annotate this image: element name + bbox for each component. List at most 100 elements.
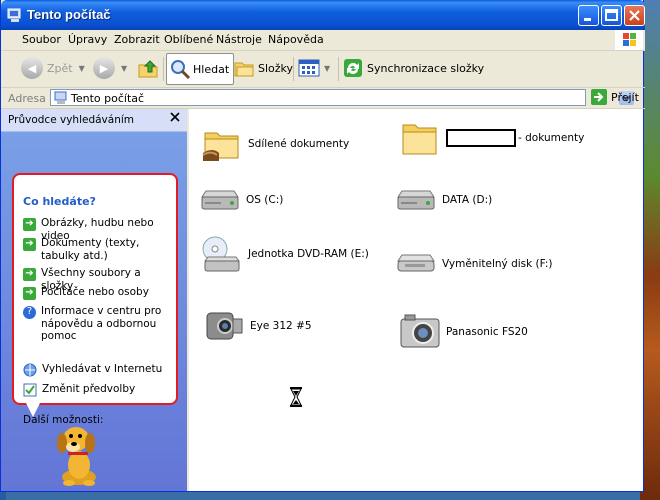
toolbar-separator <box>163 57 164 81</box>
dvd-drive[interactable]: Jednotka DVD-RAM (E:) <box>201 233 369 275</box>
window-title: Tento počítač <box>27 7 111 22</box>
maximize-icon <box>605 9 618 21</box>
sync-label: Synchronizace složky <box>367 61 485 75</box>
camera-eye312[interactable]: Eye 312 #5 <box>203 305 312 347</box>
address-label: Adresa <box>8 92 46 105</box>
drive-d[interactable]: DATA (D:) <box>395 179 492 221</box>
item-label: Panasonic FS20 <box>446 326 528 338</box>
option-help-center[interactable]: ? Informace v centru pro nápovědu a odbo… <box>23 305 171 343</box>
file-view: Sdílené dokumenty - dokumenty OS (C:) DA… <box>189 109 643 491</box>
option-label: Informace v centru pro nápovědu a odborn… <box>41 305 162 342</box>
menu-oblibene[interactable]: Oblíbené <box>164 33 213 46</box>
close-button[interactable] <box>624 5 645 26</box>
item-label: Jednotka DVD-RAM (E:) <box>248 248 369 260</box>
option-documents[interactable]: ➔ Dokumenty (texty, tabulky atd.) <box>23 237 171 262</box>
toolbar: ◀ Zpět ▼ ▶ ▼ Hledat Složky ▼ Synchroniza… <box>1 51 645 88</box>
camera-icon <box>400 314 440 348</box>
close-icon <box>170 112 180 122</box>
go-arrow-icon <box>591 89 607 105</box>
green-arrow-icon: ➔ <box>23 268 36 281</box>
green-arrow-icon: ➔ <box>23 218 36 231</box>
shared-folder-icon <box>202 132 239 161</box>
search-label: Hledat <box>193 62 230 76</box>
menu-bar: Soubor Úpravy Zobrazit Oblíbené Nástroje… <box>1 30 645 51</box>
views-button[interactable]: ▼ <box>298 53 330 83</box>
search-button[interactable]: Hledat <box>166 53 235 85</box>
menu-soubor[interactable]: Soubor <box>22 33 61 46</box>
menu-napoveda[interactable]: Nápověda <box>268 33 324 46</box>
dvd-drive-icon <box>202 236 240 272</box>
option-label: Dokumenty (texty, tabulky atd.) <box>41 237 140 262</box>
hard-drive-icon <box>201 190 239 210</box>
removable-disk-icon <box>397 254 435 272</box>
internet-search-icon <box>23 363 37 377</box>
removable-disk[interactable]: Vyměnitelný disk (F:) <box>395 243 553 285</box>
pane-header: Průvodce vyhledáváním <box>1 109 187 132</box>
camera-panasonic[interactable]: Panasonic FS20 <box>399 311 528 353</box>
option-label: Vyhledávat v Internetu <box>42 363 163 375</box>
up-folder-icon <box>138 60 158 78</box>
windows-flag-icon <box>623 33 636 46</box>
menu-nastroje[interactable]: Nástroje <box>216 33 262 46</box>
views-icon <box>298 59 320 77</box>
drive-c[interactable]: OS (C:) <box>199 179 283 221</box>
shared-documents-folder[interactable]: Sdílené dokumenty <box>201 123 349 165</box>
go-label: Přejít <box>611 90 639 104</box>
pane-close-button[interactable] <box>169 111 181 127</box>
item-label: Sdílené dokumenty <box>248 138 350 150</box>
item-label: - dokumenty <box>518 132 585 144</box>
folders-label: Složky <box>258 61 294 75</box>
redacted-username <box>446 129 516 147</box>
back-arrow-icon: ◀ <box>21 57 43 79</box>
rover-dog-icon[interactable] <box>49 419 109 489</box>
back-button[interactable]: ◀ Zpět ▼ <box>21 53 85 83</box>
option-computers-people[interactable]: ➔ Počítače nebo osoby <box>23 286 171 300</box>
sync-button[interactable]: Synchronizace složky <box>342 53 484 83</box>
search-options-box: Co hledáte? ➔ Obrázky, hudbu nebo video … <box>12 173 178 426</box>
address-bar: Adresa Tento počítač Přejít <box>1 88 645 109</box>
menu-zobrazit[interactable]: Zobrazit <box>114 33 160 46</box>
option-change-preferences[interactable]: Změnit předvolby <box>23 383 171 397</box>
forward-arrow-icon: ▶ <box>93 57 115 79</box>
hard-drive-icon <box>397 190 435 210</box>
item-label: DATA (D:) <box>442 194 493 206</box>
toolbar-separator <box>293 57 294 81</box>
back-label: Zpět <box>47 61 73 75</box>
hourglass-cursor-icon <box>290 387 302 407</box>
my-computer-icon <box>7 8 21 22</box>
question-heading: Co hledáte? <box>23 195 96 208</box>
back-dropdown-icon: ▼ <box>78 63 85 73</box>
folders-button[interactable]: Složky <box>233 53 293 83</box>
forward-button[interactable]: ▶ ▼ <box>93 53 127 83</box>
option-label: Počítače nebo osoby <box>41 286 149 298</box>
my-computer-icon <box>54 91 67 104</box>
windows-logo <box>615 30 643 50</box>
minimize-button[interactable] <box>578 5 599 26</box>
video-camera-icon <box>206 312 243 340</box>
folder-icon <box>402 124 437 155</box>
sync-icon <box>344 59 362 77</box>
up-folder-button[interactable] <box>137 53 159 83</box>
go-button[interactable]: Přejít <box>591 89 639 105</box>
close-icon <box>629 10 640 21</box>
minimize-icon <box>584 18 591 21</box>
item-label: Vyměnitelný disk (F:) <box>442 258 553 270</box>
menu-upravy[interactable]: Úpravy <box>68 33 107 46</box>
address-field[interactable]: Tento počítač <box>50 89 634 106</box>
toolbar-separator <box>338 57 339 81</box>
option-label: Změnit předvolby <box>42 383 136 395</box>
forward-dropdown-icon: ▼ <box>121 63 128 73</box>
title-bar[interactable]: Tento počítač <box>1 0 645 30</box>
pane-title: Průvodce vyhledáváním <box>8 114 134 126</box>
maximize-button[interactable] <box>601 5 622 26</box>
option-search-internet[interactable]: Vyhledávat v Internetu <box>23 363 171 377</box>
green-arrow-icon: ➔ <box>23 238 36 251</box>
address-value: Tento počítač <box>71 92 145 105</box>
views-dropdown-icon: ▼ <box>324 63 331 73</box>
folders-icon <box>234 62 254 77</box>
item-label: OS (C:) <box>246 194 284 206</box>
preferences-icon <box>23 383 37 397</box>
search-icon <box>171 60 191 80</box>
user-documents-folder[interactable]: - dokumenty <box>399 117 584 159</box>
explorer-window: Tento počítač Soubor Úpravy Zobrazit Obl… <box>0 0 645 492</box>
